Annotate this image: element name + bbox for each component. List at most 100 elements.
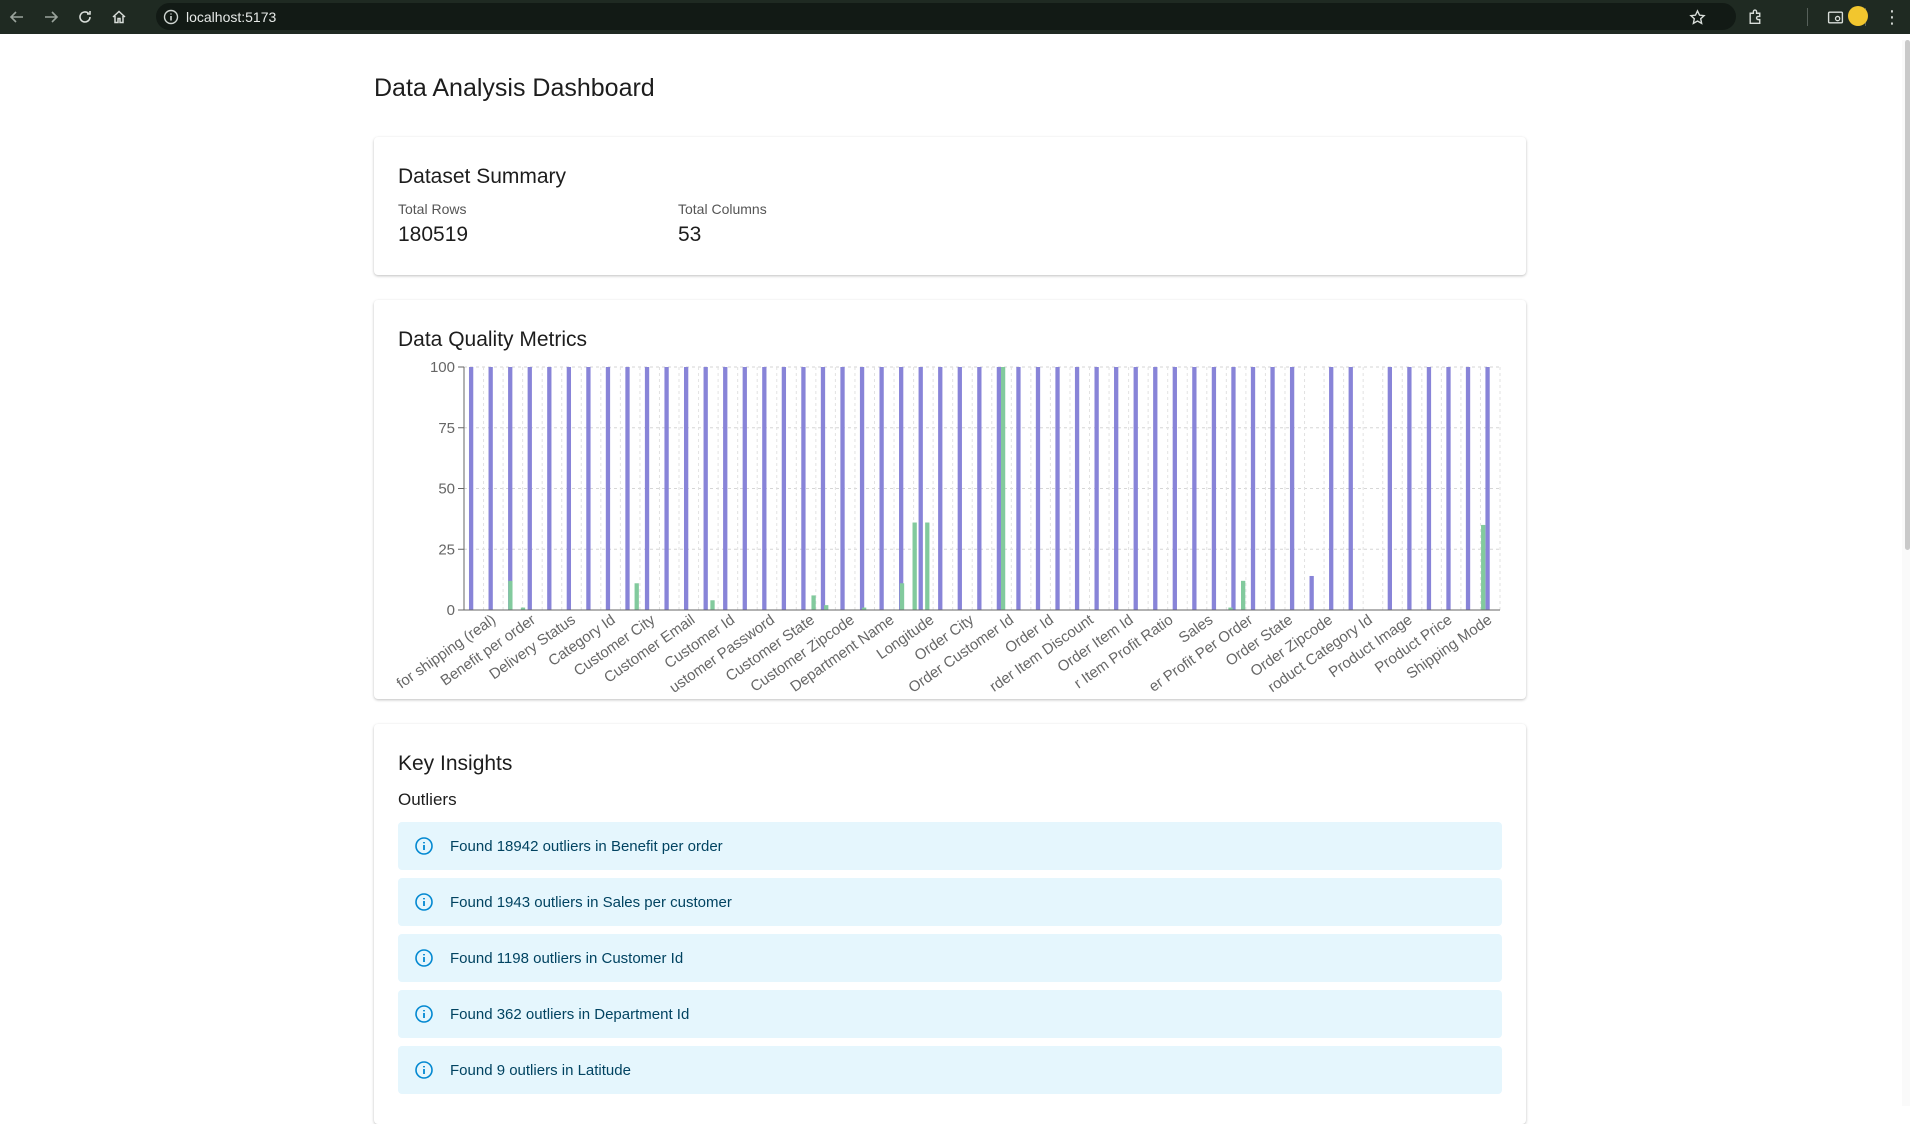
bar-missing-pct (1465, 367, 1471, 610)
key-insights-card: Key Insights Outliers Found 18942 outlie… (374, 724, 1526, 1124)
bar-missing-pct (996, 367, 1002, 610)
bar-missing-pct (664, 367, 669, 610)
outliers-heading: Outliers (398, 790, 457, 809)
outlier-alert: Found 1943 outliers in Sales per custome… (398, 878, 1502, 926)
y-tick-label: 0 (447, 602, 455, 619)
menu-button[interactable]: ⋮ (1882, 0, 1902, 34)
dataset-summary-card: Dataset Summary Total Rows 180519 Total … (374, 137, 1526, 275)
info-icon (398, 948, 450, 968)
bar-missing-pct (1250, 367, 1256, 610)
bar-missing-pct (1289, 367, 1295, 610)
back-button[interactable] (0, 0, 34, 34)
total-columns-stat: Total Columns 53 (678, 201, 767, 247)
bar-missing-pct (605, 367, 611, 610)
bar-outlier-pct (925, 522, 930, 610)
bar-missing-pct (1270, 367, 1275, 610)
address-bar[interactable]: localhost:5173 (156, 3, 1736, 30)
total-rows-stat: Total Rows 180519 (398, 201, 468, 247)
bar-missing-pct (1329, 367, 1334, 610)
alert-text: Found 9 outliers in Latitude (450, 1061, 631, 1079)
bar-outlier-pct (899, 583, 905, 610)
outlier-alert: Found 362 outliers in Department Id (398, 990, 1502, 1038)
bar-missing-pct (977, 367, 982, 610)
bar-missing-pct (683, 367, 689, 610)
tab-search-button[interactable] (1818, 0, 1852, 34)
puzzle-icon (1748, 8, 1760, 24)
bar-missing-pct (762, 367, 767, 610)
arrow-left-icon (9, 11, 23, 23)
bar-missing-pct (820, 367, 826, 610)
bar-missing-pct (1153, 367, 1158, 610)
bar-missing-pct (801, 367, 806, 610)
bar-missing-pct (1211, 367, 1217, 610)
bar-missing-pct (1016, 367, 1021, 610)
browser-toolbar: localhost:5173 ⋮ (0, 0, 1910, 34)
bar-outlier-pct (710, 600, 715, 610)
bar-missing-pct (1231, 367, 1236, 610)
card-title: Key Insights (398, 752, 513, 775)
extensions-button[interactable] (1738, 0, 1772, 34)
bar-missing-pct (586, 367, 591, 610)
bar-missing-pct (899, 367, 904, 610)
bar-missing-pct (1407, 367, 1412, 610)
y-tick-label: 75 (438, 420, 455, 437)
bookmark-button[interactable] (1670, 0, 1724, 34)
info-icon (398, 892, 450, 912)
reload-icon (79, 11, 91, 23)
bar-missing-pct (742, 367, 747, 610)
page-title: Data Analysis Dashboard (374, 74, 655, 102)
bar-missing-pct (1094, 367, 1099, 610)
bar-missing-pct (1192, 367, 1197, 610)
scrollbar-thumb[interactable] (1905, 40, 1910, 550)
bar-missing-pct (1074, 367, 1080, 610)
stat-value: 180519 (398, 223, 469, 246)
bar-outlier-pct (1241, 580, 1246, 610)
bar-missing-pct (879, 367, 884, 610)
data-quality-card: Data Quality Metrics 0 25 50 75 100 for shipp… (374, 300, 1526, 699)
bar-missing-pct (938, 367, 943, 610)
url-text: localhost:5173 (186, 8, 277, 25)
bar-missing-pct (1446, 367, 1451, 610)
alert-text: Found 18942 outliers in Benefit per orde… (450, 837, 723, 855)
bar-missing-pct (625, 367, 630, 610)
stat-value: 53 (678, 223, 702, 246)
data-quality-chart: 0255075100for shipping (real)Benefit per… (394, 359, 1501, 697)
bar-missing-pct (1055, 367, 1060, 610)
star-icon (1688, 8, 1706, 25)
y-tick-label: 25 (438, 541, 455, 558)
info-icon (398, 836, 450, 856)
bar-missing-pct (957, 367, 962, 610)
alert-text: Found 1198 outliers in Customer Id (450, 949, 684, 967)
bar-missing-pct (1133, 367, 1138, 610)
bar-missing-pct (508, 367, 513, 610)
home-button[interactable] (102, 0, 136, 34)
bar-missing-pct (1485, 367, 1490, 610)
bar-missing-pct (918, 367, 923, 610)
alert-text: Found 1943 outliers in Sales per custome… (450, 893, 732, 911)
alert-text: Found 362 outliers in Department Id (450, 1005, 690, 1023)
bar-missing-pct (840, 367, 845, 610)
forward-button[interactable] (34, 0, 68, 34)
info-icon (398, 1004, 450, 1024)
stat-label: Total Columns (678, 201, 767, 217)
profile-button[interactable] (1848, 6, 1868, 26)
bar-outlier-pct (1000, 367, 1006, 610)
y-tick-label: 100 (430, 359, 455, 376)
bar-missing-pct (547, 367, 552, 610)
bar-missing-pct (1114, 367, 1119, 610)
bar-missing-pct (723, 367, 728, 610)
site-info-icon[interactable] (156, 9, 186, 25)
bar-missing-pct (644, 367, 650, 610)
bar-missing-pct (488, 367, 493, 610)
bar-missing-pct (1172, 367, 1177, 610)
bar-outlier-pct (1481, 524, 1486, 610)
bar-missing-pct (566, 367, 572, 610)
reload-button[interactable] (68, 0, 102, 34)
bar-missing-pct (703, 367, 708, 610)
more-vert-icon: ⋮ (1883, 6, 1901, 27)
card-title: Dataset Summary (398, 165, 567, 188)
bar-missing-pct (1035, 367, 1041, 610)
bar-outlier-pct (811, 595, 816, 610)
bar-missing-pct (1426, 367, 1432, 610)
avatar (1848, 6, 1868, 26)
